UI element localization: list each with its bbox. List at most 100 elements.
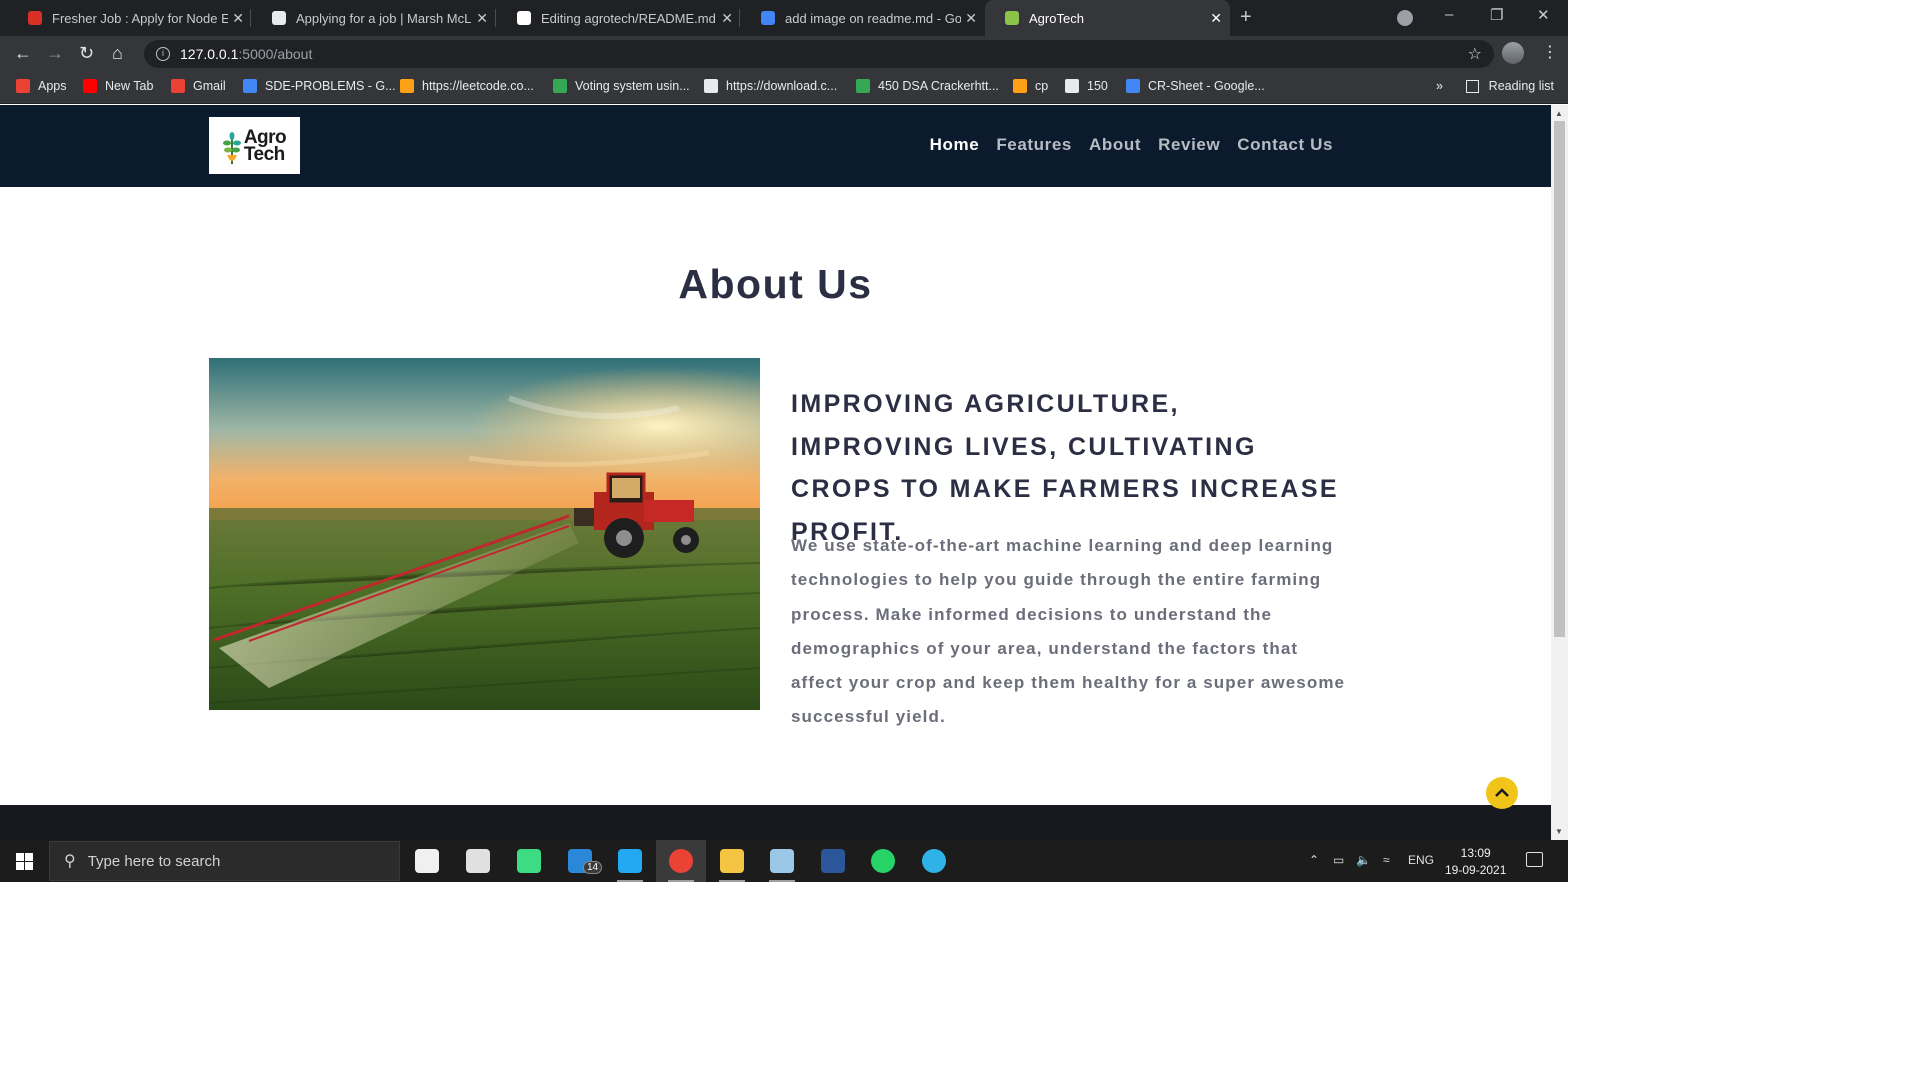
tab-close-icon[interactable]: ✕ [232, 10, 244, 27]
taskbar-app[interactable] [656, 840, 706, 882]
nav-link-home[interactable]: Home [930, 135, 980, 155]
chrome-icon [669, 849, 693, 873]
bookmark-item[interactable]: https://leetcode.co... [400, 79, 534, 93]
bookmark-favicon-icon [856, 79, 870, 93]
reading-list-button[interactable]: Reading list [1465, 79, 1554, 93]
close-window-icon[interactable]: ✕ [1537, 6, 1550, 24]
new-tab-button[interactable]: + [1240, 6, 1252, 29]
taskbar-app[interactable] [402, 840, 452, 882]
reload-icon[interactable]: ↻ [79, 43, 94, 64]
scrollbar-thumb[interactable] [1554, 121, 1565, 637]
browser-tab[interactable]: Editing agrotech/README.md at ✕ [497, 0, 741, 36]
agrotech-logo[interactable]: Agro Tech [209, 117, 300, 174]
bookmark-item[interactable]: Apps [16, 79, 67, 93]
bookmark-star-icon[interactable]: ☆ [1468, 44, 1482, 64]
browser-tab[interactable]: Fresher Job : Apply for Node Eng ✕ [8, 0, 252, 36]
notifications-icon[interactable] [1526, 852, 1543, 867]
profile-avatar[interactable] [1502, 42, 1524, 64]
bookmark-favicon-icon [171, 79, 185, 93]
tab-close-icon[interactable]: ✕ [965, 10, 977, 27]
taskbar-search-input[interactable]: ⚲ Type here to search [49, 841, 400, 881]
logo-line-1: Agro [243, 126, 287, 148]
site-info-icon[interactable]: i [156, 47, 170, 61]
clock-date: 19-09-2021 [1445, 863, 1507, 877]
scroll-to-top-button[interactable] [1486, 777, 1518, 809]
tab-title: add image on readme.md - Goog [785, 10, 961, 26]
notepad-icon [770, 849, 794, 873]
bookmark-item[interactable]: 150 [1065, 79, 1108, 93]
language-indicator[interactable]: ENG [1408, 853, 1434, 867]
taskbar-app[interactable] [909, 840, 959, 882]
page-viewport: Agro Tech Home Features About Review Contact… [0, 105, 1551, 840]
chevron-up-icon [1495, 788, 1509, 797]
bookmark-label: 150 [1087, 79, 1108, 93]
taskbar-search-placeholder: Type here to search [87, 852, 221, 870]
tab-close-icon[interactable]: ✕ [721, 10, 733, 27]
taskbar-app[interactable] [858, 840, 908, 882]
bookmark-item[interactable]: CR-Sheet - Google... [1126, 79, 1265, 93]
scroll-up-arrow-icon[interactable]: ▲ [1555, 109, 1563, 118]
nav-link-features[interactable]: Features [996, 135, 1072, 155]
edge-icon [922, 849, 946, 873]
tab-title: AgroTech [1029, 10, 1084, 26]
bookmark-item[interactable]: 450 DSA Crackerhtt... [856, 79, 999, 93]
back-icon[interactable]: ← [14, 43, 32, 64]
bookmark-favicon-icon [704, 79, 718, 93]
restore-icon[interactable]: ❐ [1490, 6, 1503, 24]
bookmark-item[interactable]: Voting system usin... [553, 79, 690, 93]
page-scrollbar[interactable]: ▲ ▼ [1551, 105, 1568, 840]
hero-image [209, 358, 760, 710]
bookmark-label: New Tab [105, 79, 154, 93]
logo-text: Agro Tech [243, 126, 287, 165]
windows-start-icon[interactable] [16, 853, 33, 870]
taskbar-app[interactable] [453, 840, 503, 882]
logo-leaf-icon [222, 131, 241, 164]
taskbar-app[interactable] [808, 840, 858, 882]
tab-close-icon[interactable]: ✕ [1210, 10, 1222, 27]
bookmark-item[interactable]: Gmail [171, 79, 226, 93]
reading-list-icon [1465, 79, 1479, 93]
taskbar-app[interactable] [757, 840, 807, 882]
minimize-icon[interactable]: – [1445, 6, 1453, 23]
bookmark-item[interactable]: cp [1013, 79, 1048, 93]
tab-favicon-icon [272, 11, 286, 25]
tab-close-icon[interactable]: ✕ [476, 10, 488, 27]
scroll-down-arrow-icon[interactable]: ▼ [1555, 827, 1563, 836]
taskbar-app[interactable] [504, 840, 554, 882]
word-icon [821, 849, 845, 873]
home-icon[interactable]: ⌂ [112, 43, 123, 64]
bookmark-label: https://download.c... [726, 79, 838, 93]
taskbar-app[interactable]: 14 [555, 840, 605, 882]
bookmark-favicon-icon [83, 79, 97, 93]
taskbar-clock[interactable]: 13:09 19-09-2021 [1445, 845, 1506, 879]
taskbar-app[interactable] [605, 840, 655, 882]
nav-link-contact-us[interactable]: Contact Us [1237, 135, 1333, 155]
nav-link-review[interactable]: Review [1158, 135, 1220, 155]
browser-menu-icon[interactable]: ⋮ [1542, 42, 1558, 62]
taskbar-app[interactable] [707, 840, 757, 882]
bookmarks-overflow-icon[interactable]: » [1436, 79, 1443, 93]
tray-chevron-up-icon[interactable]: ⌃ [1309, 853, 1319, 867]
tab-search-icon[interactable] [1397, 10, 1413, 26]
battery-icon[interactable]: ▭ [1333, 853, 1344, 867]
bookmark-item[interactable]: New Tab [83, 79, 153, 93]
wifi-icon[interactable]: ≈ [1383, 853, 1390, 867]
nav-link-about[interactable]: About [1089, 135, 1141, 155]
store-icon [415, 849, 439, 873]
browser-tab[interactable]: AgroTech ✕ [985, 0, 1230, 36]
address-bar[interactable]: i 127.0.0.1:5000/about ☆ [144, 40, 1494, 68]
browser-tab[interactable]: Applying for a job | Marsh McLen ✕ [252, 0, 496, 36]
forward-icon[interactable]: → [46, 43, 64, 64]
bookmark-item[interactable]: https://download.c... [704, 79, 837, 93]
bookmark-item[interactable]: SDE-PROBLEMS - G... [243, 79, 396, 93]
clock-time: 13:09 [1460, 846, 1491, 860]
bookmark-label: cp [1035, 79, 1049, 93]
logo-line-2: Tech [243, 143, 285, 165]
tab-favicon-icon [1005, 11, 1019, 25]
footer-band [0, 805, 1551, 840]
file-explorer-icon [720, 849, 744, 873]
volume-icon[interactable]: 🔈 [1356, 853, 1371, 867]
tab-title: Fresher Job : Apply for Node Eng [52, 10, 228, 26]
browser-tab[interactable]: add image on readme.md - Goog ✕ [741, 0, 985, 36]
tab-title: Editing agrotech/README.md at [541, 10, 717, 26]
